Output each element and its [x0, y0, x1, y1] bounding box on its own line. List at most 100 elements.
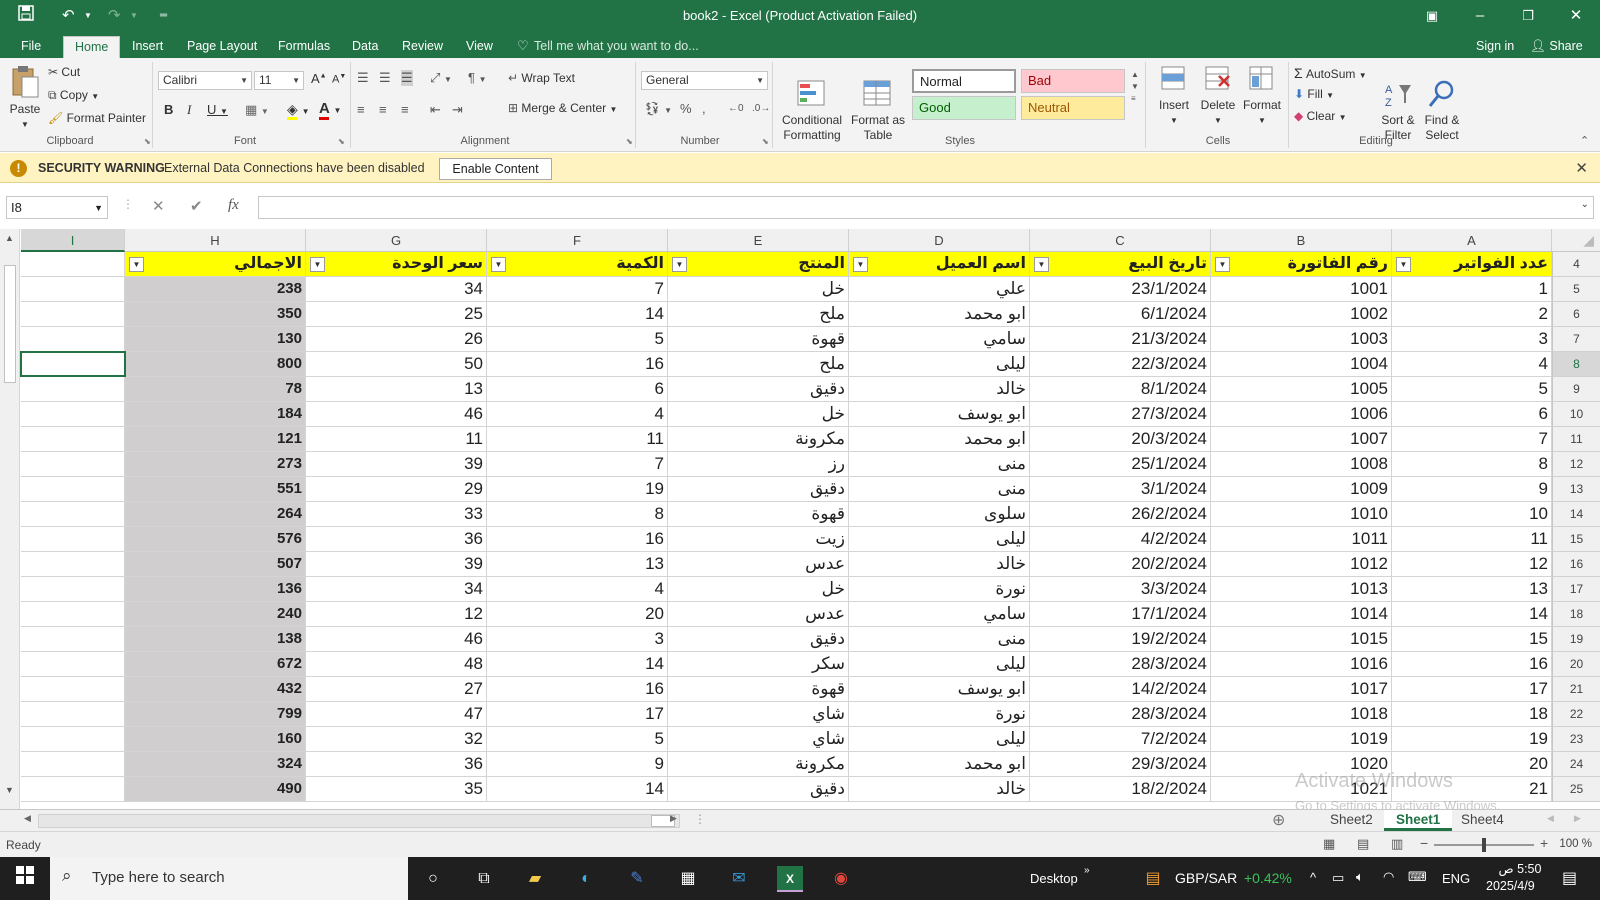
row-header[interactable]: 15 — [1552, 527, 1600, 552]
cell-e[interactable]: خل — [668, 277, 849, 302]
split-handle-icon[interactable]: ⋮ — [694, 812, 706, 826]
fill-color-icon[interactable]: ◈ ▼ — [287, 101, 310, 120]
row-header[interactable]: 16 — [1552, 552, 1600, 577]
cell-e[interactable]: عدس — [668, 552, 849, 577]
task-view-icon[interactable]: ⧉ — [471, 866, 497, 892]
cell-a[interactable]: 14 — [1392, 602, 1552, 627]
cell-b[interactable]: 1017 — [1211, 677, 1392, 702]
restore-icon[interactable]: ❐ — [1508, 4, 1548, 28]
normal-view-icon[interactable]: ▦ — [1323, 836, 1335, 852]
zoom-slider-handle[interactable] — [1482, 838, 1486, 852]
filter-dropdown-icon[interactable]: ▼ — [491, 257, 506, 272]
cell-b[interactable]: 1018 — [1211, 702, 1392, 727]
scroll-right-icon[interactable]: ▶ — [670, 813, 677, 824]
filter-dropdown-icon[interactable]: ▼ — [853, 257, 868, 272]
align-left-icon[interactable]: ≡ — [357, 102, 365, 117]
cell-g[interactable]: 39 — [306, 552, 487, 577]
cell-f[interactable]: 14 — [487, 777, 668, 802]
cell-f[interactable]: 8 — [487, 502, 668, 527]
cell-b[interactable]: 1011 — [1211, 527, 1392, 552]
row-header[interactable]: 21 — [1552, 677, 1600, 702]
increase-indent-icon[interactable]: ⇥ — [452, 102, 463, 118]
cell-h[interactable]: 350 — [125, 302, 306, 327]
cell-i[interactable] — [21, 602, 125, 627]
row-header[interactable]: 12 — [1552, 452, 1600, 477]
cell-f[interactable]: 17 — [487, 702, 668, 727]
cell-d[interactable]: علي — [849, 277, 1030, 302]
cell-h[interactable]: 800 — [125, 352, 306, 377]
ticker-pair[interactable]: GBP/SAR — [1175, 870, 1237, 886]
cell-f[interactable]: 16 — [487, 352, 668, 377]
cell-a[interactable]: 19 — [1392, 727, 1552, 752]
autosum-button[interactable]: Σ AutoSum ▼ — [1294, 65, 1367, 81]
row-header[interactable]: 19 — [1552, 627, 1600, 652]
cell-e[interactable]: قهوة — [668, 502, 849, 527]
cell-i[interactable] — [21, 527, 125, 552]
cell-g[interactable]: 26 — [306, 327, 487, 352]
cell-f[interactable]: 11 — [487, 427, 668, 452]
fill-button[interactable]: ⬇ Fill ▼ — [1294, 87, 1334, 101]
cell-i[interactable] — [21, 752, 125, 777]
cell-b[interactable]: 1001 — [1211, 277, 1392, 302]
cell-g[interactable]: 29 — [306, 477, 487, 502]
column-header-f[interactable]: F — [487, 229, 668, 252]
increase-font-icon[interactable]: A▲ — [311, 71, 327, 86]
number-format-combo[interactable]: General ▼ — [641, 71, 768, 90]
column-header-b[interactable]: B — [1211, 229, 1392, 252]
cell-c[interactable]: 21/3/2024 — [1030, 327, 1211, 352]
cell-e[interactable]: رز — [668, 452, 849, 477]
filter-dropdown-icon[interactable]: ▼ — [310, 257, 325, 272]
cell-a[interactable]: 8 — [1392, 452, 1552, 477]
cell-e[interactable]: مكرونة — [668, 427, 849, 452]
cell-a[interactable]: 15 — [1392, 627, 1552, 652]
wifi-icon[interactable]: ◠ — [1383, 869, 1394, 885]
row-header[interactable]: 14 — [1552, 502, 1600, 527]
cell-f[interactable]: 16 — [487, 527, 668, 552]
sheet-tab-sheet1[interactable]: Sheet1 — [1384, 810, 1453, 831]
chrome-icon[interactable]: ◉ — [828, 866, 854, 892]
filter-dropdown-icon[interactable]: ▼ — [1396, 257, 1411, 272]
cell-b[interactable]: 1007 — [1211, 427, 1392, 452]
cell-d[interactable]: ليلى — [849, 727, 1030, 752]
cell-h[interactable]: 121 — [125, 427, 306, 452]
tab-view[interactable]: View — [455, 36, 504, 58]
sheet-tab-sheet2[interactable]: Sheet2 — [1318, 810, 1385, 831]
cell-b[interactable]: 1019 — [1211, 727, 1392, 752]
cell-e[interactable]: دقيق — [668, 477, 849, 502]
cell-f[interactable]: 7 — [487, 277, 668, 302]
cell-b[interactable]: 1012 — [1211, 552, 1392, 577]
cell-e[interactable]: ملح — [668, 302, 849, 327]
horizontal-scrollbar[interactable] — [38, 814, 680, 828]
tab-page-layout[interactable]: Page Layout — [176, 36, 268, 58]
language-indicator[interactable]: ENG — [1442, 871, 1470, 886]
collapse-ribbon-icon[interactable]: ⌃ — [1580, 134, 1589, 147]
font-color-icon[interactable]: A ▼ — [319, 100, 341, 120]
cell-c[interactable]: 23/1/2024 — [1030, 277, 1211, 302]
cell-h[interactable]: 238 — [125, 277, 306, 302]
cell-g[interactable]: 39 — [306, 452, 487, 477]
align-center-icon[interactable]: ≡ — [379, 102, 387, 117]
cell-c[interactable]: 27/3/2024 — [1030, 402, 1211, 427]
currency-icon[interactable]: 💱︎ ▼ — [644, 101, 672, 117]
cell-d[interactable]: خالد — [849, 552, 1030, 577]
tell-me-input[interactable]: Tell me what you want to do... — [534, 39, 699, 53]
cell-f[interactable]: 4 — [487, 577, 668, 602]
cell-g[interactable]: 48 — [306, 652, 487, 677]
cell-c[interactable]: 17/1/2024 — [1030, 602, 1211, 627]
cell-b[interactable]: 1003 — [1211, 327, 1392, 352]
cell-f[interactable]: 5 — [487, 327, 668, 352]
cell-b[interactable]: 1016 — [1211, 652, 1392, 677]
row-header[interactable]: 9 — [1552, 377, 1600, 402]
style-normal[interactable]: Normal — [912, 69, 1016, 93]
column-header-a[interactable]: A — [1392, 229, 1552, 252]
cell-g[interactable]: 34 — [306, 277, 487, 302]
filter-dropdown-icon[interactable]: ▼ — [672, 257, 687, 272]
cell-i[interactable] — [21, 552, 125, 577]
borders-icon[interactable]: ▦ ▼ — [245, 102, 269, 118]
cell-i[interactable] — [21, 477, 125, 502]
toolbar-expand-icon[interactable]: » — [1084, 865, 1090, 876]
header-cell-b[interactable]: رقم الفاتورة ▼ — [1211, 252, 1392, 277]
tray-chevron-icon[interactable]: ^ — [1310, 870, 1316, 885]
font-size-combo[interactable]: 11 ▼ — [254, 71, 304, 90]
cell-d[interactable]: سامي — [849, 327, 1030, 352]
